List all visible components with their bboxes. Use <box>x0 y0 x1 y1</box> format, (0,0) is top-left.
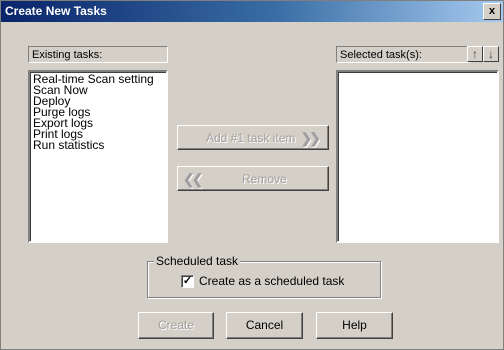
remove-button-label: Remove <box>242 172 287 186</box>
remove-button[interactable]: ❮❮ Remove <box>177 166 329 191</box>
existing-tasks-header: Existing tasks: <box>28 46 168 63</box>
move-up-button[interactable]: ↑ <box>467 46 483 62</box>
arrow-down-icon: ↓ <box>488 47 494 61</box>
create-button-label: Create <box>157 318 195 332</box>
scheduled-task-legend: Scheduled task <box>154 254 241 268</box>
selected-tasks-list[interactable] <box>336 70 499 243</box>
window-title: Create New Tasks <box>5 4 107 18</box>
add-task-item-button[interactable]: Add #1 task item ❯❯ <box>177 125 329 150</box>
close-button[interactable]: x <box>483 3 501 20</box>
existing-tasks-list[interactable]: Real-time Scan setting Scan Now Deploy P… <box>28 70 168 243</box>
list-item[interactable]: Run statistics <box>33 139 163 151</box>
scheduled-task-checkbox-label[interactable]: Create as a scheduled task <box>199 274 344 288</box>
title-bar[interactable]: Create New Tasks x <box>1 1 503 22</box>
scheduled-task-checkbox[interactable]: ✓ <box>181 275 194 288</box>
dialog-window: Create New Tasks x Existing tasks: Real-… <box>0 0 504 350</box>
arrow-up-icon: ↑ <box>472 47 478 61</box>
move-down-button[interactable]: ↓ <box>483 46 499 62</box>
double-left-arrow-icon: ❮❮ <box>183 171 204 187</box>
selected-tasks-header: Selected task(s): <box>336 46 470 63</box>
help-button[interactable]: Help <box>316 312 393 339</box>
double-right-arrow-icon: ❯❯ <box>300 130 322 146</box>
cancel-button[interactable]: Cancel <box>226 312 303 339</box>
create-button[interactable]: Create <box>138 312 214 339</box>
add-button-label: Add #1 task item <box>206 131 296 145</box>
